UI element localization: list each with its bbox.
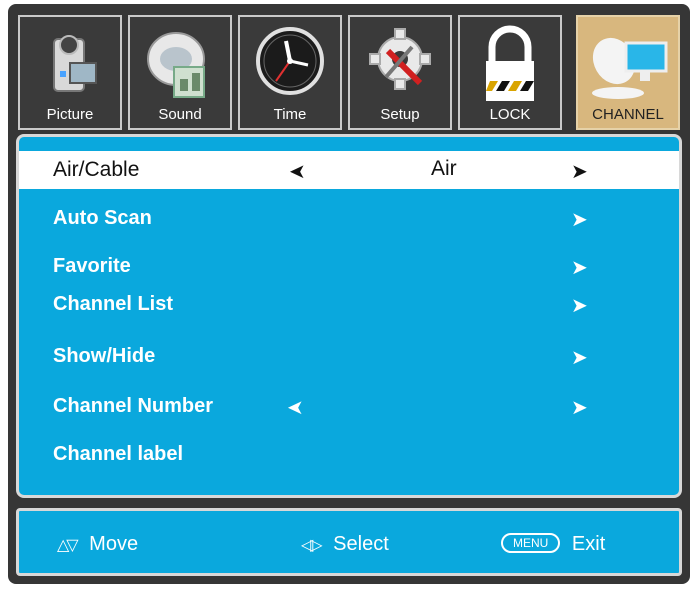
right-arrow-icon[interactable]: ➤ [571, 159, 588, 184]
exit-hint: MENU Exit [501, 533, 605, 556]
right-arrow-icon: ➤ [571, 295, 588, 317]
menu-key-icon: MENU [501, 533, 561, 553]
tab-setup[interactable]: Setup [348, 15, 452, 130]
move-label: Move [89, 533, 139, 555]
menu-item-value: Air [431, 157, 457, 180]
speaker-disc-icon [147, 32, 205, 98]
menu-item-favorite[interactable]: Favorite ➤ [19, 247, 679, 287]
left-arrow-icon[interactable]: ➤ [289, 159, 306, 184]
move-hint: △▽ Move [57, 533, 138, 556]
tab-label: Picture [46, 106, 94, 123]
help-bar: △▽ Move ◁▷ Select MENU Exit [16, 508, 682, 576]
satellite-dish-icon [592, 37, 668, 99]
tab-label: CHANNEL [592, 106, 664, 123]
tab-label: Setup [380, 106, 420, 123]
right-arrow-icon: ➤ [571, 209, 588, 231]
right-arrow-icon[interactable]: ➤ [571, 395, 588, 420]
menu-item-channel-list[interactable]: Channel List ➤ [19, 285, 679, 325]
left-arrow-icon[interactable]: ➤ [287, 395, 304, 420]
menu-item-label: Air/Cable [53, 158, 140, 181]
menu-item-channel-label[interactable]: Channel label [19, 435, 679, 475]
tab-channel[interactable]: CHANNEL [576, 15, 680, 130]
up-down-icon: △▽ [57, 537, 79, 554]
menu-item-air-cable[interactable]: Air/Cable ➤ Air ➤ [19, 151, 679, 189]
menu-item-auto-scan[interactable]: Auto Scan ➤ [19, 199, 679, 239]
left-right-icon: ◁▷ [301, 537, 323, 554]
menu-item-label: Channel label [53, 443, 184, 465]
menu-item-label: Auto Scan [53, 207, 152, 229]
menu-item-label: Channel List [53, 293, 174, 315]
camcorder-icon [53, 35, 97, 92]
tab-time[interactable]: Time [238, 15, 342, 130]
tab-lock[interactable]: LOCK [458, 15, 562, 130]
clock-icon [256, 27, 324, 95]
select-label: Select [333, 533, 389, 555]
menu-item-label: Show/Hide [53, 345, 156, 367]
tab-sound[interactable]: Sound [128, 15, 232, 130]
channel-menu-panel: Air/Cable ➤ Air ➤ Auto Scan ➤ Favorite ➤… [16, 134, 682, 498]
right-arrow-icon: ➤ [571, 257, 588, 279]
tab-picture[interactable]: Picture [18, 15, 122, 130]
gear-tools-icon [369, 28, 431, 90]
menu-item-show-hide[interactable]: Show/Hide ➤ [19, 337, 679, 377]
select-hint: ◁▷ Select [301, 533, 389, 556]
tab-label: LOCK [489, 106, 531, 123]
menu-item-label: Favorite [53, 255, 131, 277]
tab-label: Time [273, 106, 307, 123]
exit-label: Exit [571, 533, 606, 555]
tab-label: Sound [158, 106, 202, 123]
padlock-icon [486, 25, 534, 101]
menu-item-channel-number[interactable]: Channel Number ➤ ➤ [19, 387, 679, 427]
menu-item-label: Channel Number [53, 395, 214, 417]
right-arrow-icon: ➤ [571, 347, 588, 369]
